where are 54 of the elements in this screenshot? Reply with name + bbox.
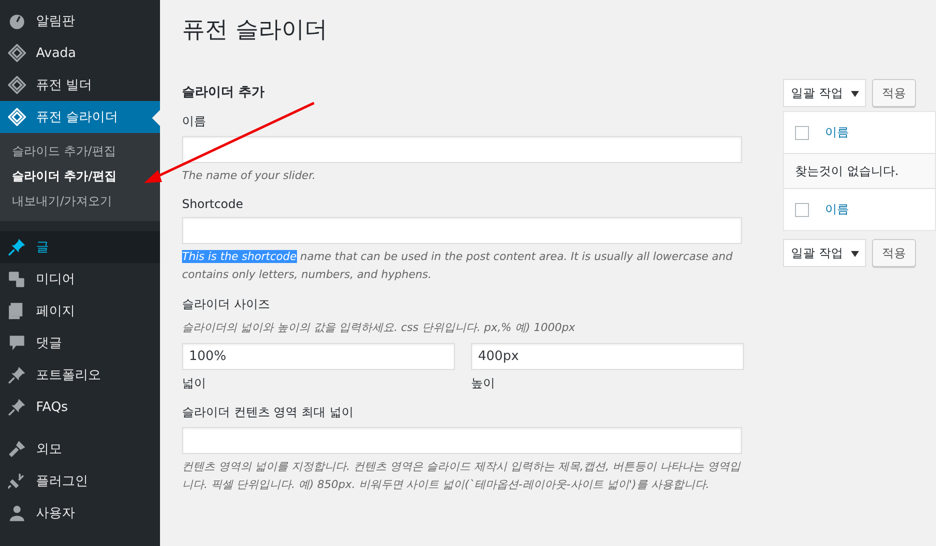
- plug-icon: [8, 472, 26, 490]
- menu-item[interactable]: Avada: [0, 37, 160, 69]
- pushpin-icon: [8, 398, 26, 416]
- menu-item[interactable]: 댓글: [0, 327, 160, 359]
- media-icon: [8, 270, 26, 288]
- input-caption: 높이: [471, 375, 496, 392]
- menu-item[interactable]: FAQs: [0, 391, 160, 423]
- menu-item[interactable]: 글: [0, 231, 160, 263]
- menu-item[interactable]: 포트폴리오: [0, 359, 160, 391]
- empty-message: 찾는것이 없습니다.: [784, 153, 935, 189]
- brush-icon: [8, 440, 26, 458]
- field-description: 컨텐츠 영역의 넓이를 지정합니다. 컨텐츠 영역은 슬라이드 제작시 입력하는 제목,캡션, 버튼등이 나타나는 영역입니다. 픽셀 단위입니다. 예) 850px. 비워두면 사이트 넓이(`테마옵션-레이아웃-사이트 넓이')를 사용합니다.: [182, 459, 742, 493]
- gauge-icon: [8, 12, 26, 30]
- menu-item[interactable]: 미디어: [0, 263, 160, 295]
- pushpin-icon: [8, 238, 26, 256]
- input-field[interactable]: 100%: [182, 343, 455, 370]
- input-caption: 넓이: [182, 375, 207, 392]
- menu-item[interactable]: 외모: [0, 433, 160, 465]
- input-field[interactable]: 400px: [471, 343, 744, 370]
- input-field[interactable]: [182, 427, 742, 454]
- layers-icon: [8, 76, 26, 94]
- bulk-actions-dropdown[interactable]: 일괄 작업: [783, 239, 866, 267]
- column-header-link[interactable]: 이름: [825, 124, 849, 141]
- field-description: This is the shortcode name that can be used in the post content area. It is usually all lowercase and contains only letters, numbers, and hyphens.: [182, 249, 734, 283]
- submenu-item[interactable]: 슬라이드 추가/편집: [0, 139, 160, 164]
- layers-icon: [8, 44, 26, 62]
- page-title: 퓨전 슬라이더: [182, 16, 328, 45]
- user-icon: [8, 504, 26, 522]
- checkbox[interactable]: [795, 126, 809, 140]
- submenu-item[interactable]: 슬라이더 추가/편집: [0, 164, 160, 189]
- field-label: 슬라이더 사이즈: [182, 296, 271, 313]
- submenu-item[interactable]: 내보내기/가져오기: [0, 189, 160, 214]
- input-field[interactable]: [182, 217, 742, 244]
- field-label: Shortcode: [182, 197, 244, 211]
- bulk-actions-dropdown[interactable]: 일괄 작업: [783, 79, 866, 107]
- menu-item[interactable]: 알림판: [0, 5, 160, 37]
- apply-button[interactable]: 적용: [872, 79, 916, 107]
- menu-item[interactable]: 플러그인: [0, 465, 160, 497]
- field-label: 이름: [182, 113, 207, 130]
- checkbox[interactable]: [795, 202, 809, 216]
- field-description: The name of your slider.: [182, 168, 317, 184]
- menu-item[interactable]: 퓨전 빌더: [0, 69, 160, 101]
- layers-icon: [8, 108, 26, 126]
- field-hint: 슬라이더의 넓이와 높이의 값을 입력하세요. css 단위입니다. px,% 예) 1000px: [182, 320, 576, 336]
- menu-item[interactable]: 퓨전 슬라이더: [0, 101, 160, 133]
- column-header-link[interactable]: 이름: [825, 201, 849, 218]
- apply-button[interactable]: 적용: [872, 239, 916, 267]
- field-label: 슬라이더 컨텐츠 영역 최대 넓이: [182, 404, 354, 421]
- menu-item[interactable]: 페이지: [0, 295, 160, 327]
- section-heading: 슬라이더 추가: [182, 84, 266, 101]
- speech-bubble-icon: [8, 334, 26, 352]
- pushpin-icon: [8, 366, 26, 384]
- input-field[interactable]: [182, 136, 742, 163]
- menu-item[interactable]: 사용자: [0, 497, 160, 529]
